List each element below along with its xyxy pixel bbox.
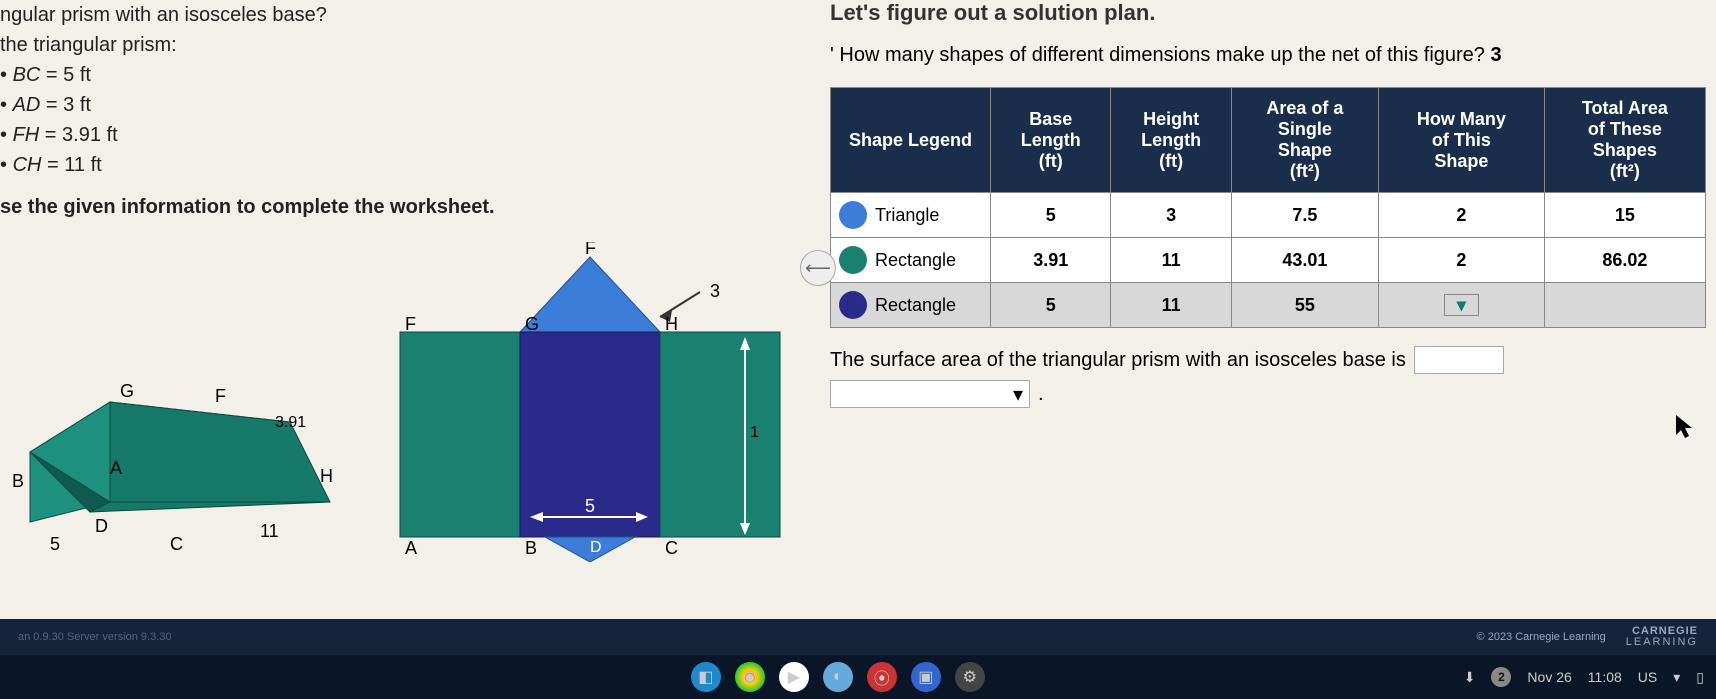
shape-swatch-icon [839,291,867,319]
cursor-icon [1676,415,1696,444]
cell-area: 7.5 [1231,193,1378,238]
download-icon[interactable]: ⬇ [1464,669,1476,686]
summary-sentence: The surface area of the triangular prism… [830,346,1706,374]
svg-text:3: 3 [710,281,720,301]
list-item: CH = 11 ft [0,150,810,180]
cell-height: 11 [1111,238,1231,283]
shape-name: Rectangle [875,295,956,316]
col-count: How Manyof ThisShape [1378,88,1544,193]
count-dropdown[interactable]: ▾ [1444,294,1479,316]
cell-count: 2 [1378,193,1544,238]
col-area: Area of aSingleShape(ft²) [1231,88,1378,193]
table-row: Rectangle 51155 ▾ [831,283,1706,328]
label-B: B [12,471,24,491]
list-item: FH = 3.91 ft [0,120,810,150]
svg-text:D: D [590,539,602,556]
label-H: H [320,466,333,486]
list-item: BC = 5 ft [0,60,810,90]
cell-total [1544,283,1705,328]
measurement-list: BC = 5 ft AD = 3 ft FH = 3.91 ft CH = 11… [0,60,810,180]
cell-area: 43.01 [1231,238,1378,283]
surface-area-input[interactable] [1414,346,1504,374]
shapes-question: ' How many shapes of different dimension… [830,44,1706,67]
label-D: D [95,516,108,536]
plan-title: Let's figure out a solution plan. [830,0,1706,26]
build-info: an 0.9.30 Server version 9.3.30 [18,631,171,643]
app-icon-3[interactable]: ⦿ [867,662,897,692]
shapes-answer: 3 [1490,44,1501,66]
label-F: F [215,386,226,406]
table-row: Triangle 537.5215 [831,193,1706,238]
taskbar-center: ◧ ◉ ▶ ◐ ⦿ ▣ ⚙ [691,662,985,692]
label-side: 3.91 [275,414,306,431]
cell-count: 2 [1378,238,1544,283]
cell-height: 11 [1111,283,1231,328]
table-row: Rectangle 3.911143.01286.02 [831,238,1706,283]
taskbar-right: ⬇ 2 Nov 26 11:08 US ▾ ▯ [1464,667,1704,687]
app-icon-4[interactable]: ▣ [911,662,941,692]
list-item: AD = 3 ft [0,90,810,120]
play-store-icon[interactable]: ▶ [779,662,809,692]
svg-text:F: F [585,242,596,258]
brand-2: LEARNING [1626,637,1698,648]
shape-swatch-icon [839,246,867,274]
cell-base: 5 [991,283,1111,328]
battery-icon[interactable]: ▯ [1696,669,1704,686]
app-icon[interactable]: ◧ [691,662,721,692]
label-11: 11 [260,521,279,541]
copyright: © 2023 Carnegie Learning [1477,631,1606,643]
shape-swatch-icon [839,201,867,229]
svg-text:G: G [525,314,539,334]
col-shape: Shape Legend [831,88,991,193]
left-problem-panel: ngular prism with an isosceles base? the… [0,0,820,620]
svg-text:F: F [405,314,416,334]
date-display: Nov 26 [1527,669,1571,685]
cell-height: 3 [1111,193,1231,238]
cell-total: 15 [1544,193,1705,238]
time-display: 11:08 [1588,669,1622,685]
settings-icon[interactable]: ⚙ [955,662,985,692]
svg-text:A: A [405,538,417,558]
footer-strip: an 0.9.30 Server version 9.3.30 © 2023 C… [0,619,1716,655]
label-5: 5 [50,534,60,554]
col-base: BaseLength(ft) [991,88,1111,193]
col-height: HeightLength(ft) [1111,88,1231,193]
partial-question: ngular prism with an isosceles base? [0,0,810,30]
svg-text:5: 5 [585,496,595,516]
locale-display: US [1638,669,1657,685]
instruction-text: se the given information to complete the… [0,192,810,222]
chevron-down-icon: ▾ [1457,295,1466,316]
col-total: Total Areaof TheseShapes(ft²) [1544,88,1705,193]
shape-name: Rectangle [875,250,956,271]
cell-base: 3.91 [991,238,1111,283]
notification-badge[interactable]: 2 [1491,667,1511,687]
shape-name: Triangle [875,205,939,226]
unit-dropdown[interactable]: ▾ [830,380,1030,408]
svg-text:B: B [525,538,537,558]
label-G: G [120,381,134,401]
cell-area: 55 [1231,283,1378,328]
label-A: A [110,458,122,478]
chevron-down-icon: ▾ [1013,382,1023,407]
wifi-icon[interactable]: ▾ [1673,669,1680,686]
app-icon-2[interactable]: ◐ [823,662,853,692]
cell-total: 86.02 [1544,238,1705,283]
problem-text: ngular prism with an isosceles base? the… [0,0,810,222]
svg-text:H: H [665,314,678,334]
svg-text:C: C [665,538,678,558]
collapse-panel-button[interactable]: ⟵ [800,250,836,286]
label-C: C [170,534,183,554]
prism-intro: the triangular prism: [0,30,810,60]
shape-table: Shape Legend BaseLength(ft) HeightLength… [830,87,1706,328]
cell-base: 5 [991,193,1111,238]
taskbar: ◧ ◉ ▶ ◐ ⦿ ▣ ⚙ ⬇ 2 Nov 26 11:08 US ▾ ▯ [0,655,1716,699]
svg-text:1: 1 [750,424,759,441]
arrow-left-icon: ⟵ [805,258,831,279]
right-solution-panel: ⟵ Let's figure out a solution plan. ' Ho… [820,0,1716,620]
net-figure: 3 5 1 F F G H A B D C [390,242,790,562]
prism-3d-figure: G F 3.91 A B D 5 C 11 H [0,302,350,562]
chrome-icon[interactable]: ◉ [735,662,765,692]
